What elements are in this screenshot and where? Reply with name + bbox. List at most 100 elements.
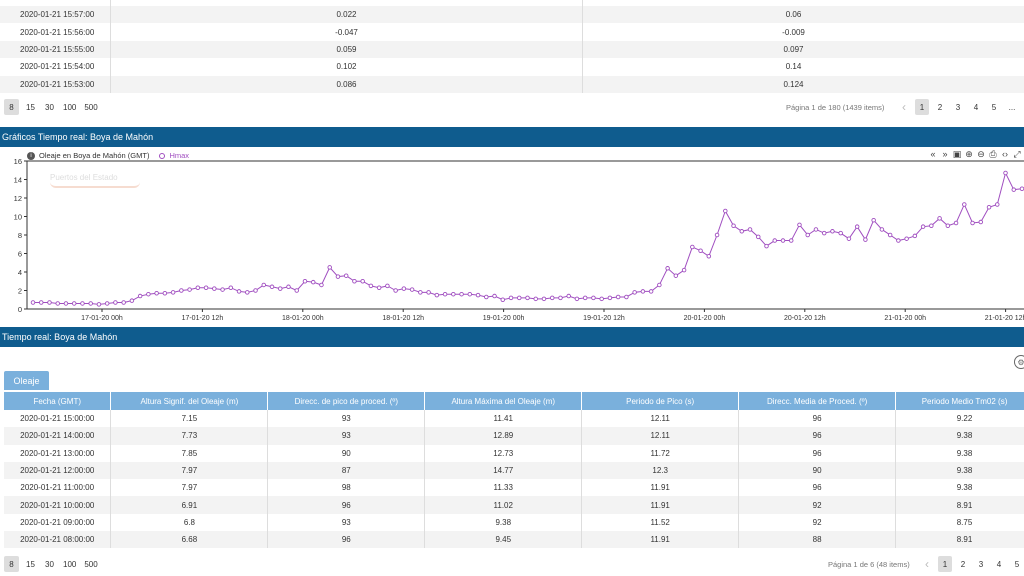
table-cell: -0.047: [111, 23, 583, 41]
column-header[interactable]: Direcc. Media de Proced. (º): [738, 392, 897, 410]
page-size-option-30[interactable]: 30: [42, 556, 57, 572]
data-point: [846, 236, 852, 241]
table-cell: 12.3: [581, 461, 740, 480]
table-cell: 2020-01-21 09:00:00: [4, 513, 112, 532]
data-point: [681, 267, 687, 273]
column-header[interactable]: Altura Máxima del Oleaje (m): [424, 392, 583, 410]
code-icon[interactable]: ‹›: [1000, 149, 1010, 160]
cell-text: 0.097: [783, 44, 804, 54]
table-row: 2020-01-21 15:56:00 -0.047 -0.009: [0, 23, 1024, 41]
double-right-icon[interactable]: »: [940, 149, 950, 160]
chart-section-header: Gráficos Tiempo real: Boya de Mahón: [0, 127, 1024, 147]
column-header[interactable]: Periodo Medio Tm02 (s): [895, 392, 1024, 410]
zoom-out-icon[interactable]: ⊖: [976, 149, 986, 160]
data-point: [838, 230, 843, 236]
page-size-option-15[interactable]: 15: [23, 99, 38, 115]
table-cell: 9.45: [424, 531, 583, 549]
page-button-4[interactable]: 4: [969, 99, 983, 115]
page-button-2[interactable]: 2: [933, 99, 947, 115]
wave-height-chart: 0 2 4 6 8 10 12 14 16 17-01-20 00h 17-01-20 12h 18-…: [14, 157, 1024, 322]
table-cell: 96: [738, 410, 897, 428]
table-cell: 2020-01-21 11:00:00: [4, 479, 112, 497]
page-size-option-500[interactable]: 500: [82, 556, 99, 572]
data-point: [970, 220, 975, 226]
data-point: [467, 291, 473, 297]
table-cell: 6.91: [110, 496, 269, 514]
table-row: 2020-01-21 09:00:00 6.8 93 9.38 11.52 92 8.75: [4, 513, 1024, 532]
data-point: [607, 295, 613, 301]
page-size-option-100[interactable]: 100: [61, 99, 78, 115]
data-point: [929, 223, 934, 228]
data-point: [863, 237, 868, 242]
table-cell: 92: [738, 513, 897, 532]
double-left-icon[interactable]: «: [928, 149, 938, 160]
page-button-4[interactable]: 4: [992, 556, 1006, 572]
table-cell: 12.11: [581, 410, 740, 428]
page-button-3[interactable]: 3: [974, 556, 988, 572]
data-point: [129, 298, 135, 303]
column-header[interactable]: Periodo de Pico (s): [581, 392, 740, 410]
data-point: [278, 286, 283, 291]
table-cell: 0.124: [583, 76, 1024, 93]
data-point: [525, 295, 530, 301]
x-tick-label: 21-01-20 12h: [985, 315, 1024, 322]
cell-text: 0.06: [785, 10, 802, 20]
page-button-5[interactable]: 5: [987, 99, 1001, 115]
table-section-header: Tiempo real: Boya de Mahón: [0, 327, 1024, 347]
prev-page-icon[interactable]: ‹: [920, 556, 934, 572]
table-cell: 9.38: [895, 444, 1024, 462]
settings-icon[interactable]: ⚙: [1014, 355, 1024, 369]
print-icon[interactable]: ⎙: [988, 149, 998, 160]
y-tick-label: 14: [14, 176, 22, 185]
y-tick-label: 4: [18, 268, 22, 277]
data-point: [409, 287, 415, 292]
cell-text: 2020-01-21 15:55:00: [20, 44, 95, 54]
page-size-option-15[interactable]: 15: [23, 556, 38, 572]
table-cell: 93: [267, 513, 426, 532]
page-button-1[interactable]: 1: [938, 556, 952, 572]
info-icon[interactable]: i: [27, 151, 35, 160]
data-point: [162, 291, 168, 296]
x-tick-label: 19-01-20 12h: [583, 315, 625, 322]
page-size-option-30[interactable]: 30: [42, 99, 57, 115]
data-point: [376, 285, 382, 290]
table-cell: 0.022: [111, 6, 583, 24]
page-button-5[interactable]: 5: [1010, 556, 1024, 572]
calendar-icon[interactable]: ▣: [952, 149, 962, 160]
table-cell: 6.68: [110, 531, 269, 549]
page-button-3[interactable]: 3: [951, 99, 965, 115]
data-point: [731, 223, 736, 228]
data-point: [368, 283, 374, 289]
column-header[interactable]: Altura Signif. del Oleaje (m): [110, 392, 269, 410]
page-button-ellipsis[interactable]: ...: [1005, 99, 1019, 115]
prev-page-icon[interactable]: ‹: [897, 99, 911, 115]
page-size-option-500[interactable]: 500: [82, 99, 99, 115]
tab-oleaje[interactable]: Oleaje: [4, 371, 49, 390]
data-point: [764, 243, 769, 249]
page-size-option-100[interactable]: 100: [61, 556, 78, 572]
column-header[interactable]: Fecha (GMT): [4, 392, 112, 410]
table-cell: 7.97: [110, 479, 269, 497]
table-cell: 7.97: [110, 461, 269, 480]
data-point: [986, 205, 992, 210]
table-cell: 0.102: [111, 58, 583, 76]
table-cell: 0.06: [583, 6, 1024, 23]
column-header[interactable]: Direcc. de pico de proced. (º): [267, 392, 426, 410]
pager-info: Página 1 de 180 (1439 items): [786, 102, 885, 112]
data-point: [385, 283, 390, 289]
page-size-option-8[interactable]: 8: [4, 99, 19, 115]
data-point: [113, 300, 118, 305]
fullscreen-icon[interactable]: ⤢: [1012, 149, 1022, 160]
legend-label[interactable]: Hmax: [169, 151, 189, 160]
legend-marker: [159, 152, 166, 159]
data-point: [582, 295, 588, 301]
table-cell: 93: [267, 427, 426, 445]
zoom-in-icon[interactable]: ⊕: [964, 149, 974, 160]
page-button-1[interactable]: 1: [915, 99, 929, 115]
page-size-option-8[interactable]: 8: [4, 556, 19, 572]
cell-text: 0.124: [783, 79, 804, 89]
data-point: [533, 296, 538, 302]
page-button-2[interactable]: 2: [956, 556, 970, 572]
data-point: [706, 254, 712, 259]
x-tick-label: 20-01-20 00h: [684, 315, 726, 322]
